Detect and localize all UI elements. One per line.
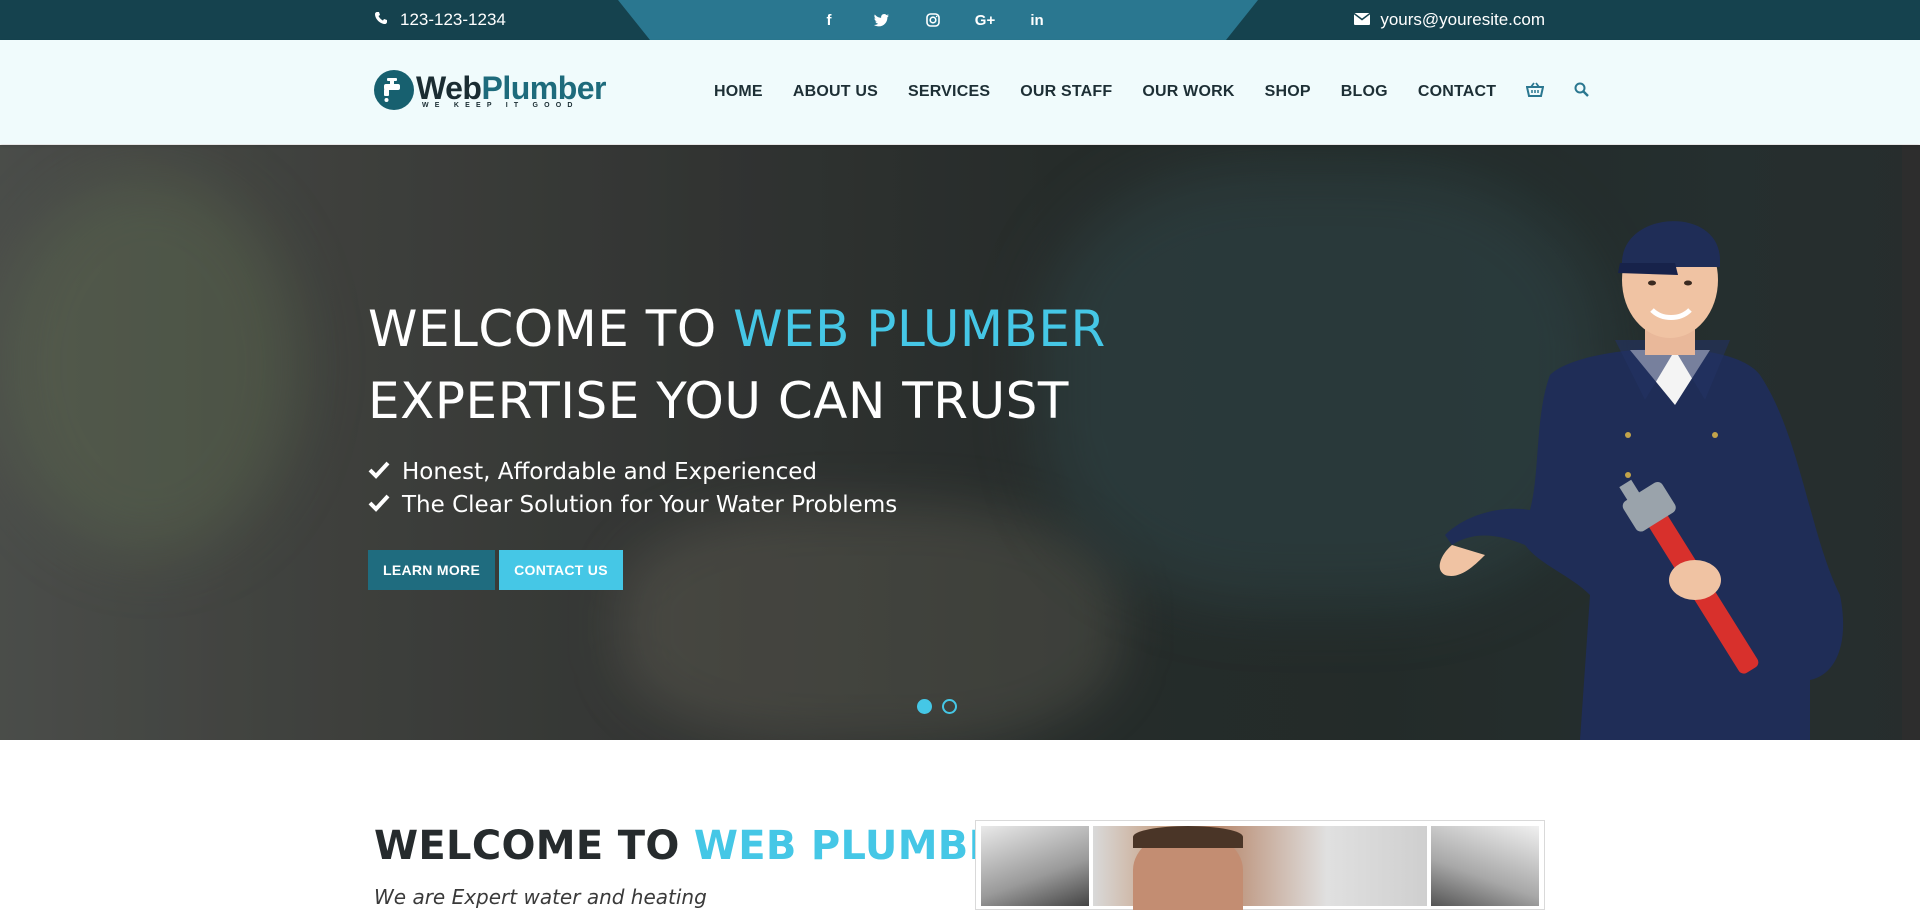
email-contact[interactable]: yours@youresite.com (1353, 0, 1545, 40)
logo-name-part2: Plumber (481, 69, 606, 106)
hero-slider: WELCOME TO WEB PLUMBER EXPERTISE YOU CAN… (0, 145, 1920, 740)
search-icon[interactable] (1574, 82, 1590, 102)
google-plus-icon[interactable]: G+ (974, 12, 996, 29)
envelope-icon (1353, 10, 1371, 30)
logo-tagline: WE KEEP IT GOOD (422, 101, 579, 109)
nav-item-home[interactable]: HOME (714, 83, 763, 101)
gallery-image-grinder[interactable] (1431, 826, 1539, 906)
phone-icon (374, 10, 388, 30)
checklist-item: Honest, Affordable and Experienced (368, 455, 897, 488)
faucet-icon (374, 70, 414, 110)
logo-text: WebPlumber WE KEEP IT GOOD (416, 72, 606, 109)
nav-item-shop[interactable]: SHOP (1265, 83, 1311, 101)
phone-contact[interactable]: 123-123-1234 (374, 0, 506, 40)
about-gallery (975, 820, 1545, 910)
checklist-item: The Clear Solution for Your Water Proble… (368, 488, 897, 521)
basket-icon[interactable] (1526, 81, 1545, 103)
top-bar: 123-123-1234 f G+ in yours@youresite.com (0, 0, 1920, 40)
learn-more-button[interactable]: LEARN MORE (368, 550, 496, 590)
email-address: yours@youresite.com (1380, 10, 1545, 29)
nav-item-services[interactable]: SERVICES (908, 83, 990, 101)
slider-pagination (917, 699, 957, 714)
gallery-image-worker[interactable] (1093, 826, 1427, 910)
slide-dot-2[interactable] (942, 699, 957, 714)
logo-name-part1: Web (416, 69, 482, 106)
slide-dot-1[interactable] (917, 699, 932, 714)
linkedin-icon[interactable]: in (1026, 12, 1048, 29)
nav-item-blog[interactable]: BLOG (1341, 83, 1388, 101)
social-links: f G+ in (818, 0, 1048, 40)
plumber-figure (1439, 221, 1844, 740)
hero-checklist: Honest, Affordable and Experienced The C… (368, 455, 897, 521)
hero-subtitle: EXPERTISE YOU CAN TRUST (368, 372, 1069, 430)
nav-item-our-staff[interactable]: OUR STAFF (1020, 83, 1112, 101)
about-title: WELCOME TO WEB PLUMBER (374, 823, 1028, 869)
nav-item-about-us[interactable]: ABOUT US (793, 83, 878, 101)
facebook-icon[interactable]: f (818, 12, 840, 29)
contact-us-button[interactable]: CONTACT US (499, 550, 623, 590)
about-subtitle: We are Expert water and heating (374, 885, 707, 909)
gallery-image-tool[interactable] (981, 826, 1089, 906)
hero-buttons: LEARN MORE CONTACT US (368, 550, 623, 590)
main-nav: HOME ABOUT US SERVICES OUR STAFF OUR WOR… (714, 40, 1590, 144)
phone-number: 123-123-1234 (400, 10, 506, 29)
nav-item-our-work[interactable]: OUR WORK (1142, 83, 1234, 101)
site-logo[interactable]: WebPlumber WE KEEP IT GOOD (374, 70, 606, 110)
hero-title: WELCOME TO WEB PLUMBER (368, 300, 1106, 358)
hero-title-accent: WEB PLUMBER (733, 300, 1106, 358)
twitter-icon[interactable] (870, 13, 892, 27)
checkmark-icon (368, 459, 392, 485)
nav-item-contact[interactable]: CONTACT (1418, 83, 1496, 101)
instagram-icon[interactable] (922, 13, 944, 27)
checkmark-icon (368, 492, 392, 518)
main-header: WebPlumber WE KEEP IT GOOD HOME ABOUT US… (0, 40, 1920, 144)
